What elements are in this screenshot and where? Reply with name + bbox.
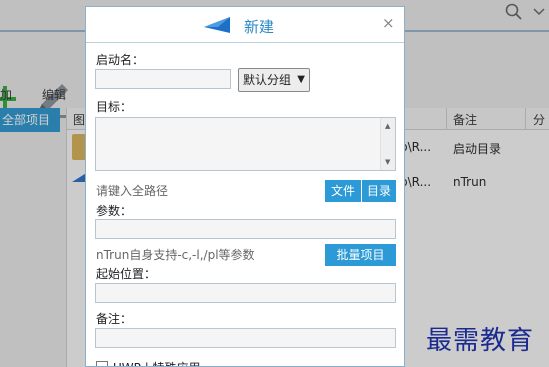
app-logo-icon <box>204 17 230 33</box>
scroll-up-icon[interactable]: ▲ <box>385 122 390 130</box>
note-label: 备注： <box>96 312 133 326</box>
batch-items-button[interactable]: 批量项目 <box>325 244 396 266</box>
uwp-checkbox[interactable] <box>96 361 108 366</box>
dialog-title: 新建 <box>244 18 275 36</box>
new-item-dialog: 新建 × 启动名： 默认分组 ▼ 目标： ▲ ▼ 请键入全路径 文件 目录 参数… <box>85 6 405 367</box>
uwp-checkbox-label: UWP | 特殊应用 <box>113 359 201 366</box>
start-position-input[interactable] <box>95 283 396 303</box>
path-hint: 请键入全路径 <box>96 184 169 198</box>
target-label: 目标： <box>96 100 133 114</box>
target-scrollbar[interactable]: ▲ ▼ <box>380 118 395 170</box>
params-hint: nTrun自身支持-c,-l,/pl等参数 <box>96 248 255 262</box>
start-position-label: 起始位置： <box>96 267 157 281</box>
close-icon[interactable]: × <box>382 14 395 32</box>
dialog-header: 新建 × <box>86 7 404 43</box>
dir-button[interactable]: 目录 <box>362 180 396 202</box>
note-input[interactable] <box>95 328 396 348</box>
target-textarea[interactable]: ▲ ▼ <box>95 117 396 171</box>
name-label: 启动名： <box>96 53 145 67</box>
watermark-text: 最需教育 <box>426 326 535 356</box>
name-input[interactable] <box>95 69 231 89</box>
scroll-down-icon[interactable]: ▼ <box>385 158 390 166</box>
group-select-value: 默认分组 <box>243 73 292 87</box>
file-button[interactable]: 文件 <box>325 180 361 202</box>
params-label: 参数： <box>96 204 133 218</box>
dropdown-arrow-icon: ▼ <box>297 74 305 85</box>
params-input[interactable] <box>95 219 396 239</box>
group-select[interactable]: 默认分组 ▼ <box>238 68 310 92</box>
